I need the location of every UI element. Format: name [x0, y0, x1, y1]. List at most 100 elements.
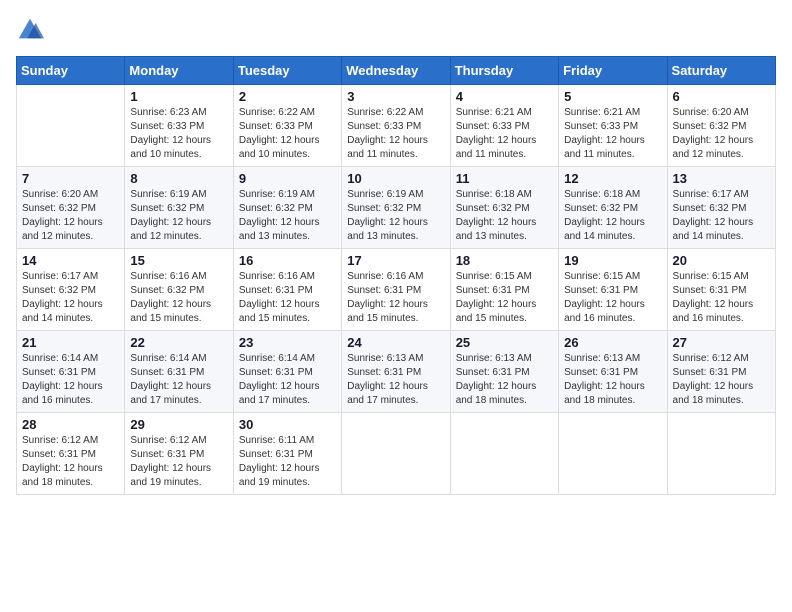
day-number: 6 [673, 89, 770, 104]
calendar-cell: 2Sunrise: 6:22 AMSunset: 6:33 PMDaylight… [233, 85, 341, 167]
day-info: Sunrise: 6:12 AMSunset: 6:31 PMDaylight:… [22, 434, 119, 490]
weekday-header: Thursday [450, 57, 558, 85]
day-number: 23 [239, 335, 336, 350]
day-info: Sunrise: 6:15 AMSunset: 6:31 PMDaylight:… [456, 270, 553, 326]
calendar-cell [667, 413, 775, 495]
day-number: 11 [456, 171, 553, 186]
day-number: 26 [564, 335, 661, 350]
day-info: Sunrise: 6:11 AMSunset: 6:31 PMDaylight:… [239, 434, 336, 490]
weekday-header: Saturday [667, 57, 775, 85]
calendar-cell: 29 Sunrise: 6:12 AMSunset: 6:31 PMDayligh… [125, 413, 233, 495]
weekday-header: Tuesday [233, 57, 341, 85]
calendar-cell: 13 Sunrise: 6:17 AMSunset: 6:32 PMDayligh… [667, 167, 775, 249]
day-number: 20 [673, 253, 770, 268]
calendar-cell: 4Sunrise: 6:21 AMSunset: 6:33 PMDaylight… [450, 85, 558, 167]
day-info: Sunrise: 6:19 AMSunset: 6:32 PMDaylight:… [347, 188, 444, 244]
day-number: 17 [347, 253, 444, 268]
logo-icon [16, 16, 44, 44]
day-number: 14 [22, 253, 119, 268]
calendar-cell: 7 Sunrise: 6:20 AMSunset: 6:32 PMDaylight… [17, 167, 125, 249]
day-number: 12 [564, 171, 661, 186]
calendar-week-row: 7 Sunrise: 6:20 AMSunset: 6:32 PMDaylight… [17, 167, 776, 249]
calendar-cell: 28 Sunrise: 6:12 AMSunset: 6:31 PMDayligh… [17, 413, 125, 495]
calendar-week-row: 28 Sunrise: 6:12 AMSunset: 6:31 PMDayligh… [17, 413, 776, 495]
calendar-cell: 18 Sunrise: 6:15 AMSunset: 6:31 PMDayligh… [450, 249, 558, 331]
day-info: Sunrise: 6:17 AMSunset: 6:32 PMDaylight:… [22, 270, 119, 326]
day-info: Sunrise: 6:22 AMSunset: 6:33 PMDaylight:… [347, 106, 444, 162]
day-number: 24 [347, 335, 444, 350]
weekday-header: Monday [125, 57, 233, 85]
calendar-cell [559, 413, 667, 495]
calendar-cell [342, 413, 450, 495]
calendar-cell: 3Sunrise: 6:22 AMSunset: 6:33 PMDaylight… [342, 85, 450, 167]
calendar-cell: 27Sunrise: 6:12 AMSunset: 6:31 PMDayligh… [667, 331, 775, 413]
day-info: Sunrise: 6:15 AMSunset: 6:31 PMDaylight:… [564, 270, 661, 326]
day-number: 4 [456, 89, 553, 104]
calendar-cell: 15 Sunrise: 6:16 AMSunset: 6:32 PMDayligh… [125, 249, 233, 331]
day-info: Sunrise: 6:13 AMSunset: 6:31 PMDaylight:… [456, 352, 553, 408]
day-info: Sunrise: 6:15 AMSunset: 6:31 PMDaylight:… [673, 270, 770, 326]
day-info: Sunrise: 6:12 AMSunset: 6:31 PMDaylight:… [130, 434, 227, 490]
calendar-cell [17, 85, 125, 167]
page-header [16, 16, 776, 44]
logo [16, 16, 48, 44]
day-number: 9 [239, 171, 336, 186]
calendar-table: SundayMondayTuesdayWednesdayThursdayFrid… [16, 56, 776, 495]
day-info: Sunrise: 6:16 AMSunset: 6:31 PMDaylight:… [239, 270, 336, 326]
calendar-body: 1 Sunrise: 6:23 AMSunset: 6:33 PMDaylight… [17, 85, 776, 495]
day-number: 30 [239, 417, 336, 432]
calendar-cell: 20 Sunrise: 6:15 AMSunset: 6:31 PMDayligh… [667, 249, 775, 331]
day-info: Sunrise: 6:20 AMSunset: 6:32 PMDaylight:… [673, 106, 770, 162]
day-number: 8 [130, 171, 227, 186]
day-info: Sunrise: 6:21 AMSunset: 6:33 PMDaylight:… [564, 106, 661, 162]
day-number: 2 [239, 89, 336, 104]
calendar-cell: 5Sunrise: 6:21 AMSunset: 6:33 PMDaylight… [559, 85, 667, 167]
day-info: Sunrise: 6:16 AMSunset: 6:32 PMDaylight:… [130, 270, 227, 326]
day-number: 28 [22, 417, 119, 432]
day-number: 21 [22, 335, 119, 350]
calendar-cell: 1 Sunrise: 6:23 AMSunset: 6:33 PMDaylight… [125, 85, 233, 167]
day-info: Sunrise: 6:17 AMSunset: 6:32 PMDaylight:… [673, 188, 770, 244]
day-info: Sunrise: 6:20 AMSunset: 6:32 PMDaylight:… [22, 188, 119, 244]
day-info: Sunrise: 6:13 AMSunset: 6:31 PMDaylight:… [564, 352, 661, 408]
day-number: 18 [456, 253, 553, 268]
day-number: 10 [347, 171, 444, 186]
calendar-week-row: 14 Sunrise: 6:17 AMSunset: 6:32 PMDayligh… [17, 249, 776, 331]
calendar-cell: 11 Sunrise: 6:18 AMSunset: 6:32 PMDayligh… [450, 167, 558, 249]
calendar-cell: 16 Sunrise: 6:16 AMSunset: 6:31 PMDayligh… [233, 249, 341, 331]
weekday-header: Wednesday [342, 57, 450, 85]
calendar-cell: 17Sunrise: 6:16 AMSunset: 6:31 PMDayligh… [342, 249, 450, 331]
day-number: 27 [673, 335, 770, 350]
calendar-cell [450, 413, 558, 495]
day-number: 1 [130, 89, 227, 104]
day-info: Sunrise: 6:14 AMSunset: 6:31 PMDaylight:… [239, 352, 336, 408]
day-info: Sunrise: 6:14 AMSunset: 6:31 PMDaylight:… [22, 352, 119, 408]
calendar-cell: 9 Sunrise: 6:19 AMSunset: 6:32 PMDaylight… [233, 167, 341, 249]
day-info: Sunrise: 6:23 AMSunset: 6:33 PMDaylight:… [130, 106, 227, 162]
day-info: Sunrise: 6:14 AMSunset: 6:31 PMDaylight:… [130, 352, 227, 408]
day-number: 25 [456, 335, 553, 350]
calendar-cell: 19Sunrise: 6:15 AMSunset: 6:31 PMDayligh… [559, 249, 667, 331]
day-number: 29 [130, 417, 227, 432]
day-info: Sunrise: 6:19 AMSunset: 6:32 PMDaylight:… [239, 188, 336, 244]
day-number: 15 [130, 253, 227, 268]
calendar-week-row: 1 Sunrise: 6:23 AMSunset: 6:33 PMDaylight… [17, 85, 776, 167]
day-number: 22 [130, 335, 227, 350]
day-number: 16 [239, 253, 336, 268]
calendar-cell: 30 Sunrise: 6:11 AMSunset: 6:31 PMDayligh… [233, 413, 341, 495]
calendar-cell: 14 Sunrise: 6:17 AMSunset: 6:32 PMDayligh… [17, 249, 125, 331]
calendar-cell: 23 Sunrise: 6:14 AMSunset: 6:31 PMDayligh… [233, 331, 341, 413]
calendar-cell: 21 Sunrise: 6:14 AMSunset: 6:31 PMDayligh… [17, 331, 125, 413]
day-number: 13 [673, 171, 770, 186]
weekday-header-row: SundayMondayTuesdayWednesdayThursdayFrid… [17, 57, 776, 85]
calendar-cell: 8Sunrise: 6:19 AMSunset: 6:32 PMDaylight… [125, 167, 233, 249]
day-info: Sunrise: 6:18 AMSunset: 6:32 PMDaylight:… [456, 188, 553, 244]
calendar-cell: 12 Sunrise: 6:18 AMSunset: 6:32 PMDayligh… [559, 167, 667, 249]
calendar-week-row: 21 Sunrise: 6:14 AMSunset: 6:31 PMDayligh… [17, 331, 776, 413]
day-number: 7 [22, 171, 119, 186]
calendar-cell: 10 Sunrise: 6:19 AMSunset: 6:32 PMDayligh… [342, 167, 450, 249]
calendar-cell: 22 Sunrise: 6:14 AMSunset: 6:31 PMDayligh… [125, 331, 233, 413]
calendar-cell: 25 Sunrise: 6:13 AMSunset: 6:31 PMDayligh… [450, 331, 558, 413]
weekday-header: Sunday [17, 57, 125, 85]
day-info: Sunrise: 6:18 AMSunset: 6:32 PMDaylight:… [564, 188, 661, 244]
